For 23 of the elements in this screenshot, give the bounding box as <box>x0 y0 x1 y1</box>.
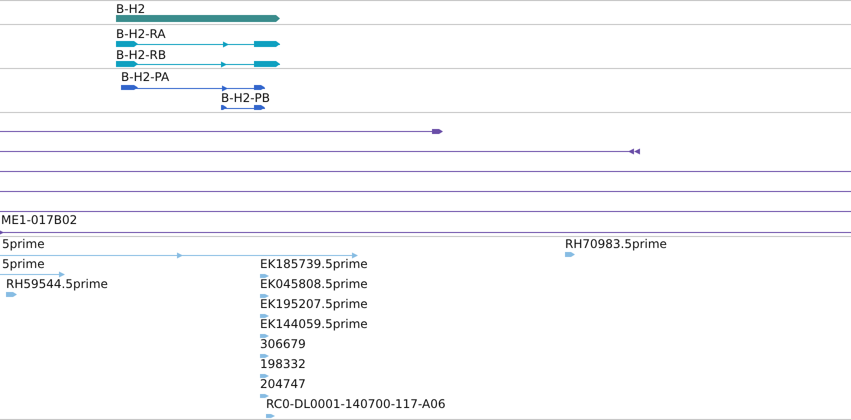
feature-drawing[interactable] <box>0 230 851 236</box>
feature-label: EK185739.5prime <box>260 257 368 271</box>
feature-label: 5prime <box>2 237 45 251</box>
feature-label: RH59544.5prime <box>6 277 108 291</box>
feature-drawing[interactable] <box>116 61 280 68</box>
feature-label: ME1-017B02 <box>1 213 78 227</box>
feature-label: B-H2-RB <box>116 48 166 62</box>
feature-label: B-H2-RA <box>116 27 166 41</box>
feature-label: B-H2 <box>116 2 146 16</box>
feature-label: EK195207.5prime <box>260 297 368 311</box>
feature-drawing[interactable] <box>220 105 266 110</box>
feature-label: RH70983.5prime <box>565 237 667 251</box>
feature-label: EK045808.5prime <box>260 277 368 291</box>
feature-label: 204747 <box>260 377 306 391</box>
feature-label: 5prime <box>2 257 45 271</box>
feature-label: B-H2-PA <box>121 70 170 84</box>
feature-label: 306679 <box>260 337 306 351</box>
feature-drawing[interactable] <box>116 41 280 48</box>
feature-label: 198332 <box>260 357 306 371</box>
feature-drawing[interactable] <box>120 85 266 92</box>
feature-label: RC0-DL0001-140700-117-A06 <box>266 397 446 411</box>
feature-label: B-H2-PB <box>221 91 270 105</box>
feature-label: EK144059.5prime <box>260 317 368 331</box>
